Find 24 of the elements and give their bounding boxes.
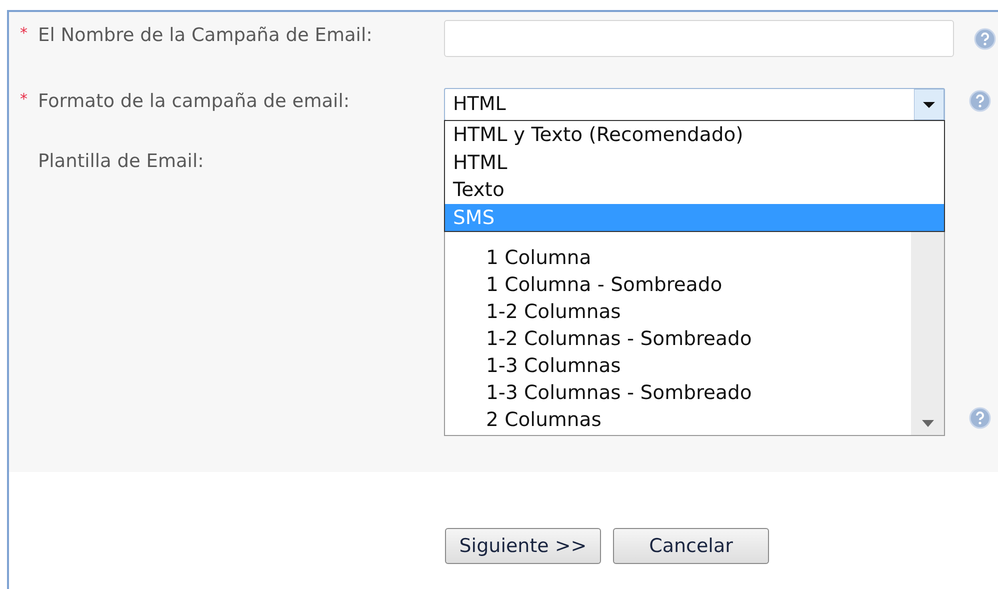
template-option[interactable]: 1-2 Columnas (445, 298, 911, 325)
required-asterisk: * (20, 89, 28, 110)
next-button[interactable]: Siguiente >> (445, 528, 601, 564)
scroll-down-icon[interactable] (922, 420, 934, 427)
help-icon[interactable] (974, 28, 996, 50)
format-select[interactable]: HTML (444, 88, 945, 121)
field-label: Plantilla de Email: (38, 150, 204, 174)
dropdown-option[interactable]: HTML y Texto (Recomendado) (445, 121, 944, 148)
campaign-name-field[interactable] (444, 20, 954, 57)
dropdown-option[interactable]: HTML (445, 148, 944, 176)
template-option[interactable]: 1-3 Columnas (445, 352, 911, 379)
template-option[interactable]: 1 Columna (445, 244, 911, 271)
field-label: Formato de la campaña de email: (38, 90, 350, 114)
dropdown-arrow-icon[interactable] (914, 89, 944, 120)
dropdown-option[interactable]: Texto (445, 176, 944, 204)
template-option[interactable]: 1 Columna - Sombreado (445, 271, 911, 298)
help-icon[interactable] (969, 90, 991, 112)
field-label: El Nombre de la Campaña de Email: (38, 24, 372, 48)
template-option[interactable]: 2 Columnas (445, 406, 911, 433)
required-asterisk: * (20, 23, 28, 44)
template-option[interactable]: 1-3 Columnas - Sombreado (445, 379, 911, 406)
help-icon[interactable] (969, 407, 991, 429)
cancel-button[interactable]: Cancelar (613, 528, 769, 564)
template-option[interactable]: 1-2 Columnas - Sombreado (445, 325, 911, 352)
